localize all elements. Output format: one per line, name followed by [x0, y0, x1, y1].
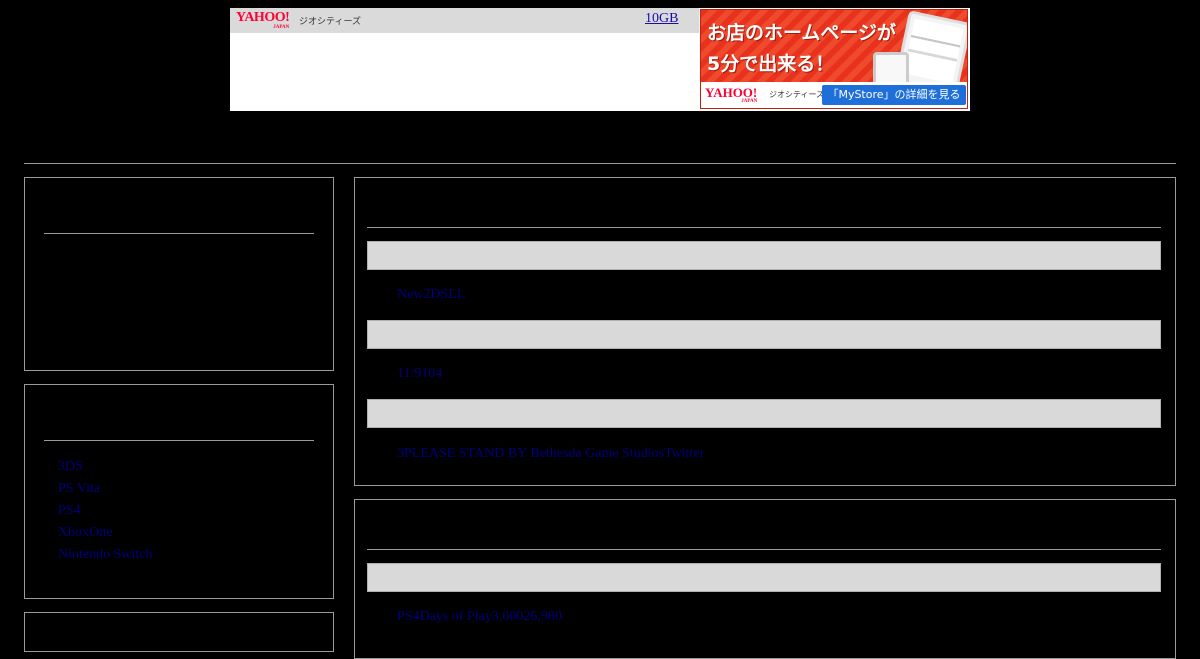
- yahoo-japan-logo[interactable]: YAHOO! JAPAN: [236, 10, 290, 31]
- yahoo-logo-sub: JAPAN: [273, 25, 290, 30]
- ad-creative[interactable]: お店のホームページが 5分で出来る！ YAHOO! JAPAN ジオシティーズ …: [700, 9, 968, 109]
- category-item[interactable]: PS4: [58, 500, 153, 522]
- ad-headline-line-1: お店のホームページが: [707, 22, 897, 44]
- main-entry-box-2: PS4Days of Play3,00026,980: [354, 499, 1176, 659]
- sidebar-categories-box: 3DS PS Vita PS4 XboxOne Nintendo Switch: [24, 384, 334, 599]
- geocities-banner: YAHOO! JAPAN ジオシティーズ 10GB お店のホームページが 5分で…: [230, 8, 970, 111]
- main-entry-box-1: New2DSLL 11:9104 3PLEASE STAND BY Bethes…: [354, 177, 1176, 486]
- entry-header-bar: [367, 399, 1161, 428]
- entry-header-bar: [367, 320, 1161, 349]
- advertisement[interactable]: お店のホームページが 5分で出来る！ YAHOO! JAPAN ジオシティーズ …: [699, 8, 970, 111]
- category-link-ps4[interactable]: PS4: [58, 503, 81, 518]
- category-link-ps-vita[interactable]: PS Vita: [58, 481, 100, 496]
- category-item[interactable]: XboxOne: [58, 522, 153, 544]
- category-item[interactable]: Nintendo Switch: [58, 544, 153, 566]
- ad-headline: お店のホームページが 5分で出来る！: [707, 18, 896, 80]
- ad-geocities-label: ジオシティーズ: [769, 90, 825, 99]
- entry-link[interactable]: PS4Days of Play3,00026,980: [397, 609, 562, 625]
- header-divider: [24, 163, 1176, 164]
- category-item[interactable]: 3DS: [58, 456, 153, 478]
- category-list: 3DS PS Vita PS4 XboxOne Nintendo Switch: [58, 456, 153, 566]
- mystore-details-button[interactable]: 「MyStore」の詳細を見る: [822, 85, 966, 105]
- category-item[interactable]: PS Vita: [58, 478, 153, 500]
- entry-header-bar: [367, 241, 1161, 270]
- entry-link[interactable]: 3PLEASE STAND BY Bethesda Game StudiosTw…: [397, 446, 704, 462]
- geocities-label: ジオシティーズ: [299, 16, 362, 26]
- ad-footer: YAHOO! JAPAN ジオシティーズ 「MyStore」の詳細を見る: [701, 82, 967, 108]
- main-entry-box-2-rule: [367, 549, 1161, 550]
- sidebar-box-3: [24, 612, 334, 652]
- yahoo-logo-text: YAHOO!: [236, 10, 290, 25]
- ad-yahoo-logo: YAHOO! JAPAN: [705, 86, 757, 104]
- sidebar-categories-rule: [44, 440, 314, 441]
- entry-header-bar: [367, 563, 1161, 592]
- banner-header-bar: YAHOO! JAPAN ジオシティーズ 10GB: [230, 8, 699, 33]
- category-link-nintendo-switch[interactable]: Nintendo Switch: [58, 547, 153, 562]
- sidebar-box-1: [24, 177, 334, 371]
- category-link-3ds[interactable]: 3DS: [58, 459, 83, 474]
- storage-link[interactable]: 10GB: [645, 11, 693, 27]
- ad-yahoo-logo-text: YAHOO!: [705, 85, 758, 100]
- entry-link[interactable]: New2DSLL: [397, 287, 465, 303]
- category-link-xboxone[interactable]: XboxOne: [58, 525, 112, 540]
- main-entry-box-1-rule: [367, 227, 1161, 228]
- entry-link[interactable]: 11:9104: [397, 366, 442, 382]
- ad-headline-line-2: 5分で出来る！: [707, 53, 835, 75]
- sidebar-box-1-rule: [44, 233, 314, 234]
